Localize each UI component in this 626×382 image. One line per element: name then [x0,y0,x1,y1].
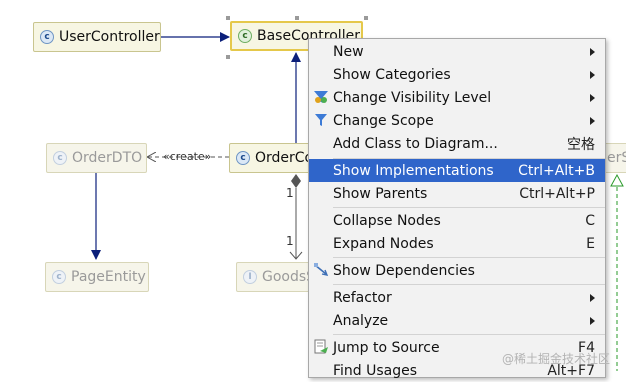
class-icon: c [238,29,252,43]
menu-item-label: Show Implementations [333,162,494,179]
class-icon: c [40,30,54,44]
visibility-filter-icon [314,91,328,103]
submenu-arrow-icon [590,47,595,56]
selection-handle[interactable] [295,16,299,20]
submenu-arrow-icon [590,116,595,125]
menu-item-change-visibility-level[interactable]: Change Visibility Level [309,86,605,109]
menu-item-shortcut: E [586,235,595,252]
menu-item-label: Show Categories [333,66,451,83]
filter-icon [315,114,327,126]
menu-item-label: New [333,43,364,60]
menu-item-shortcut: Ctrl+Alt+B [518,162,595,179]
menu-item-show-categories[interactable]: Show Categories [309,63,605,86]
class-node-label: OrderCo [255,150,314,166]
menu-item-label: Show Parents [333,185,428,202]
selection-handle[interactable] [226,16,230,20]
class-node-partial-right[interactable]: erS [604,143,626,173]
submenu-arrow-icon [590,93,595,102]
class-icon: c [236,151,250,165]
class-node-label: PageEntity [71,269,146,285]
menu-item-label: Collapse Nodes [333,212,441,229]
menu-item-label: Change Visibility Level [333,89,492,106]
menu-item-label: Change Scope [333,112,434,129]
menu-item-expand-nodes[interactable]: Expand Nodes E [309,232,605,255]
menu-item-label: Refactor [333,289,392,306]
watermark: @稀土掘金技术社区 [502,352,611,366]
submenu-arrow-icon [590,70,595,79]
class-node-label: erS [607,150,626,166]
class-node-label: OrderDTO [72,150,143,166]
submenu-arrow-icon [590,293,595,302]
menu-item-collapse-nodes[interactable]: Collapse Nodes C [309,209,605,232]
menu-item-show-parents[interactable]: Show Parents Ctrl+Alt+P [309,182,605,205]
menu-separator [333,284,605,285]
class-icon: c [52,270,66,284]
menu-item-show-dependencies[interactable]: Show Dependencies [309,259,605,282]
class-node-order-controller[interactable]: c OrderCo [229,143,319,173]
class-node-page-entity[interactable]: c PageEntity [45,262,149,292]
menu-item-add-class-to-diagram[interactable]: Add Class to Diagram... 空格 [309,132,605,155]
menu-item-shortcut: C [585,212,595,229]
menu-item-change-scope[interactable]: Change Scope [309,109,605,132]
menu-item-show-implementations[interactable]: Show Implementations Ctrl+Alt+B [309,159,605,182]
menu-item-shortcut: Ctrl+Alt+P [519,185,595,202]
menu-item-label: Analyze [333,312,389,329]
menu-item-label: Add Class to Diagram... [333,135,498,152]
menu-item-analyze[interactable]: Analyze [309,309,605,332]
class-node-user-controller[interactable]: c UserController [33,22,161,52]
class-node-order-dto[interactable]: c OrderDTO [46,143,147,173]
selection-handle[interactable] [226,55,230,59]
menu-separator [333,334,605,335]
submenu-arrow-icon [590,316,595,325]
jump-to-source-icon [314,339,328,354]
menu-item-refactor[interactable]: Refactor [309,286,605,309]
menu-separator [333,207,605,208]
class-icon: c [53,151,67,165]
menu-item-label: Expand Nodes [333,235,434,252]
interface-icon: I [243,270,257,284]
menu-item-new[interactable]: New [309,40,605,63]
dependencies-icon [314,263,329,276]
menu-item-label: Show Dependencies [333,262,475,279]
class-node-label: UserController [59,29,160,45]
create-stereotype-label: «create» [163,150,212,163]
multiplicity-label: 1 [286,186,294,200]
implementation-arrowhead [610,173,624,187]
context-menu[interactable]: New Show Categories Change Visibility Le… [308,38,606,379]
menu-separator [333,257,605,258]
menu-item-shortcut: 空格 [567,136,595,153]
selection-handle[interactable] [364,16,368,20]
multiplicity-label: 1 [286,234,294,248]
